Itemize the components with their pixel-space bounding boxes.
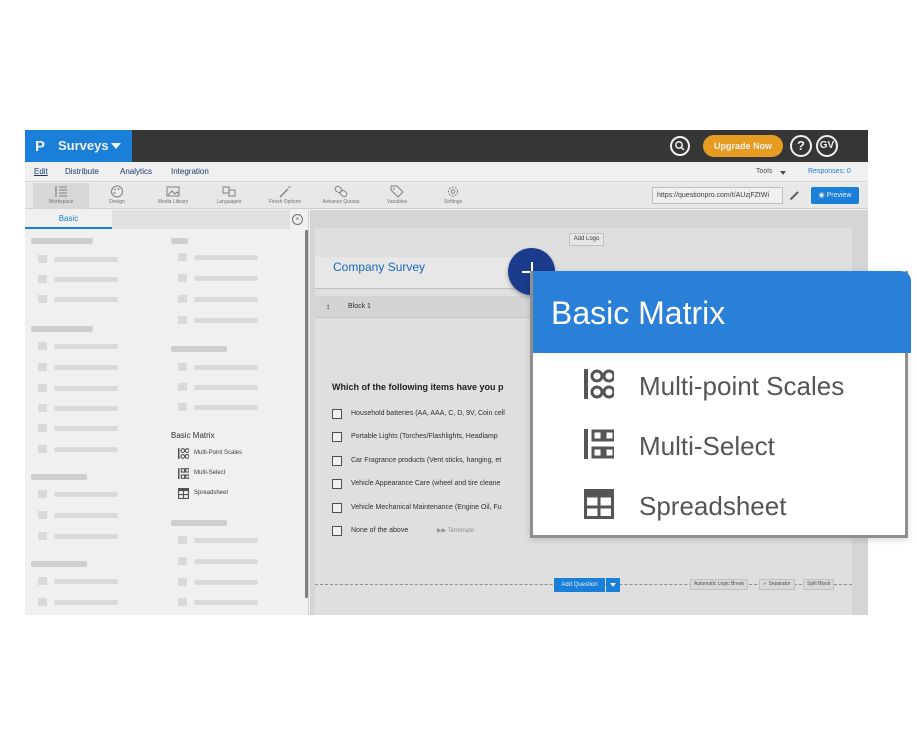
popup-item-label: Multi-point Scales [639, 371, 845, 401]
popup-item-multi-select[interactable]: Multi-Select [533, 415, 905, 475]
basic-matrix-popup: Basic Matrix Multi-point Scales Multi-Se… [530, 271, 911, 538]
spreadsheet-icon [584, 489, 614, 519]
popup-item-label: Spreadsheet [639, 491, 787, 521]
popup-title: Basic Matrix [551, 295, 726, 331]
multi-point-scales-icon [584, 369, 614, 399]
popup-item-label: Multi-Select [639, 431, 775, 461]
multi-select-icon [584, 429, 614, 459]
popup-item-spreadsheet[interactable]: Spreadsheet [533, 475, 905, 535]
popup-item-multi-point-scales[interactable]: Multi-point Scales [533, 355, 905, 415]
popup-header: Basic Matrix [533, 271, 911, 353]
